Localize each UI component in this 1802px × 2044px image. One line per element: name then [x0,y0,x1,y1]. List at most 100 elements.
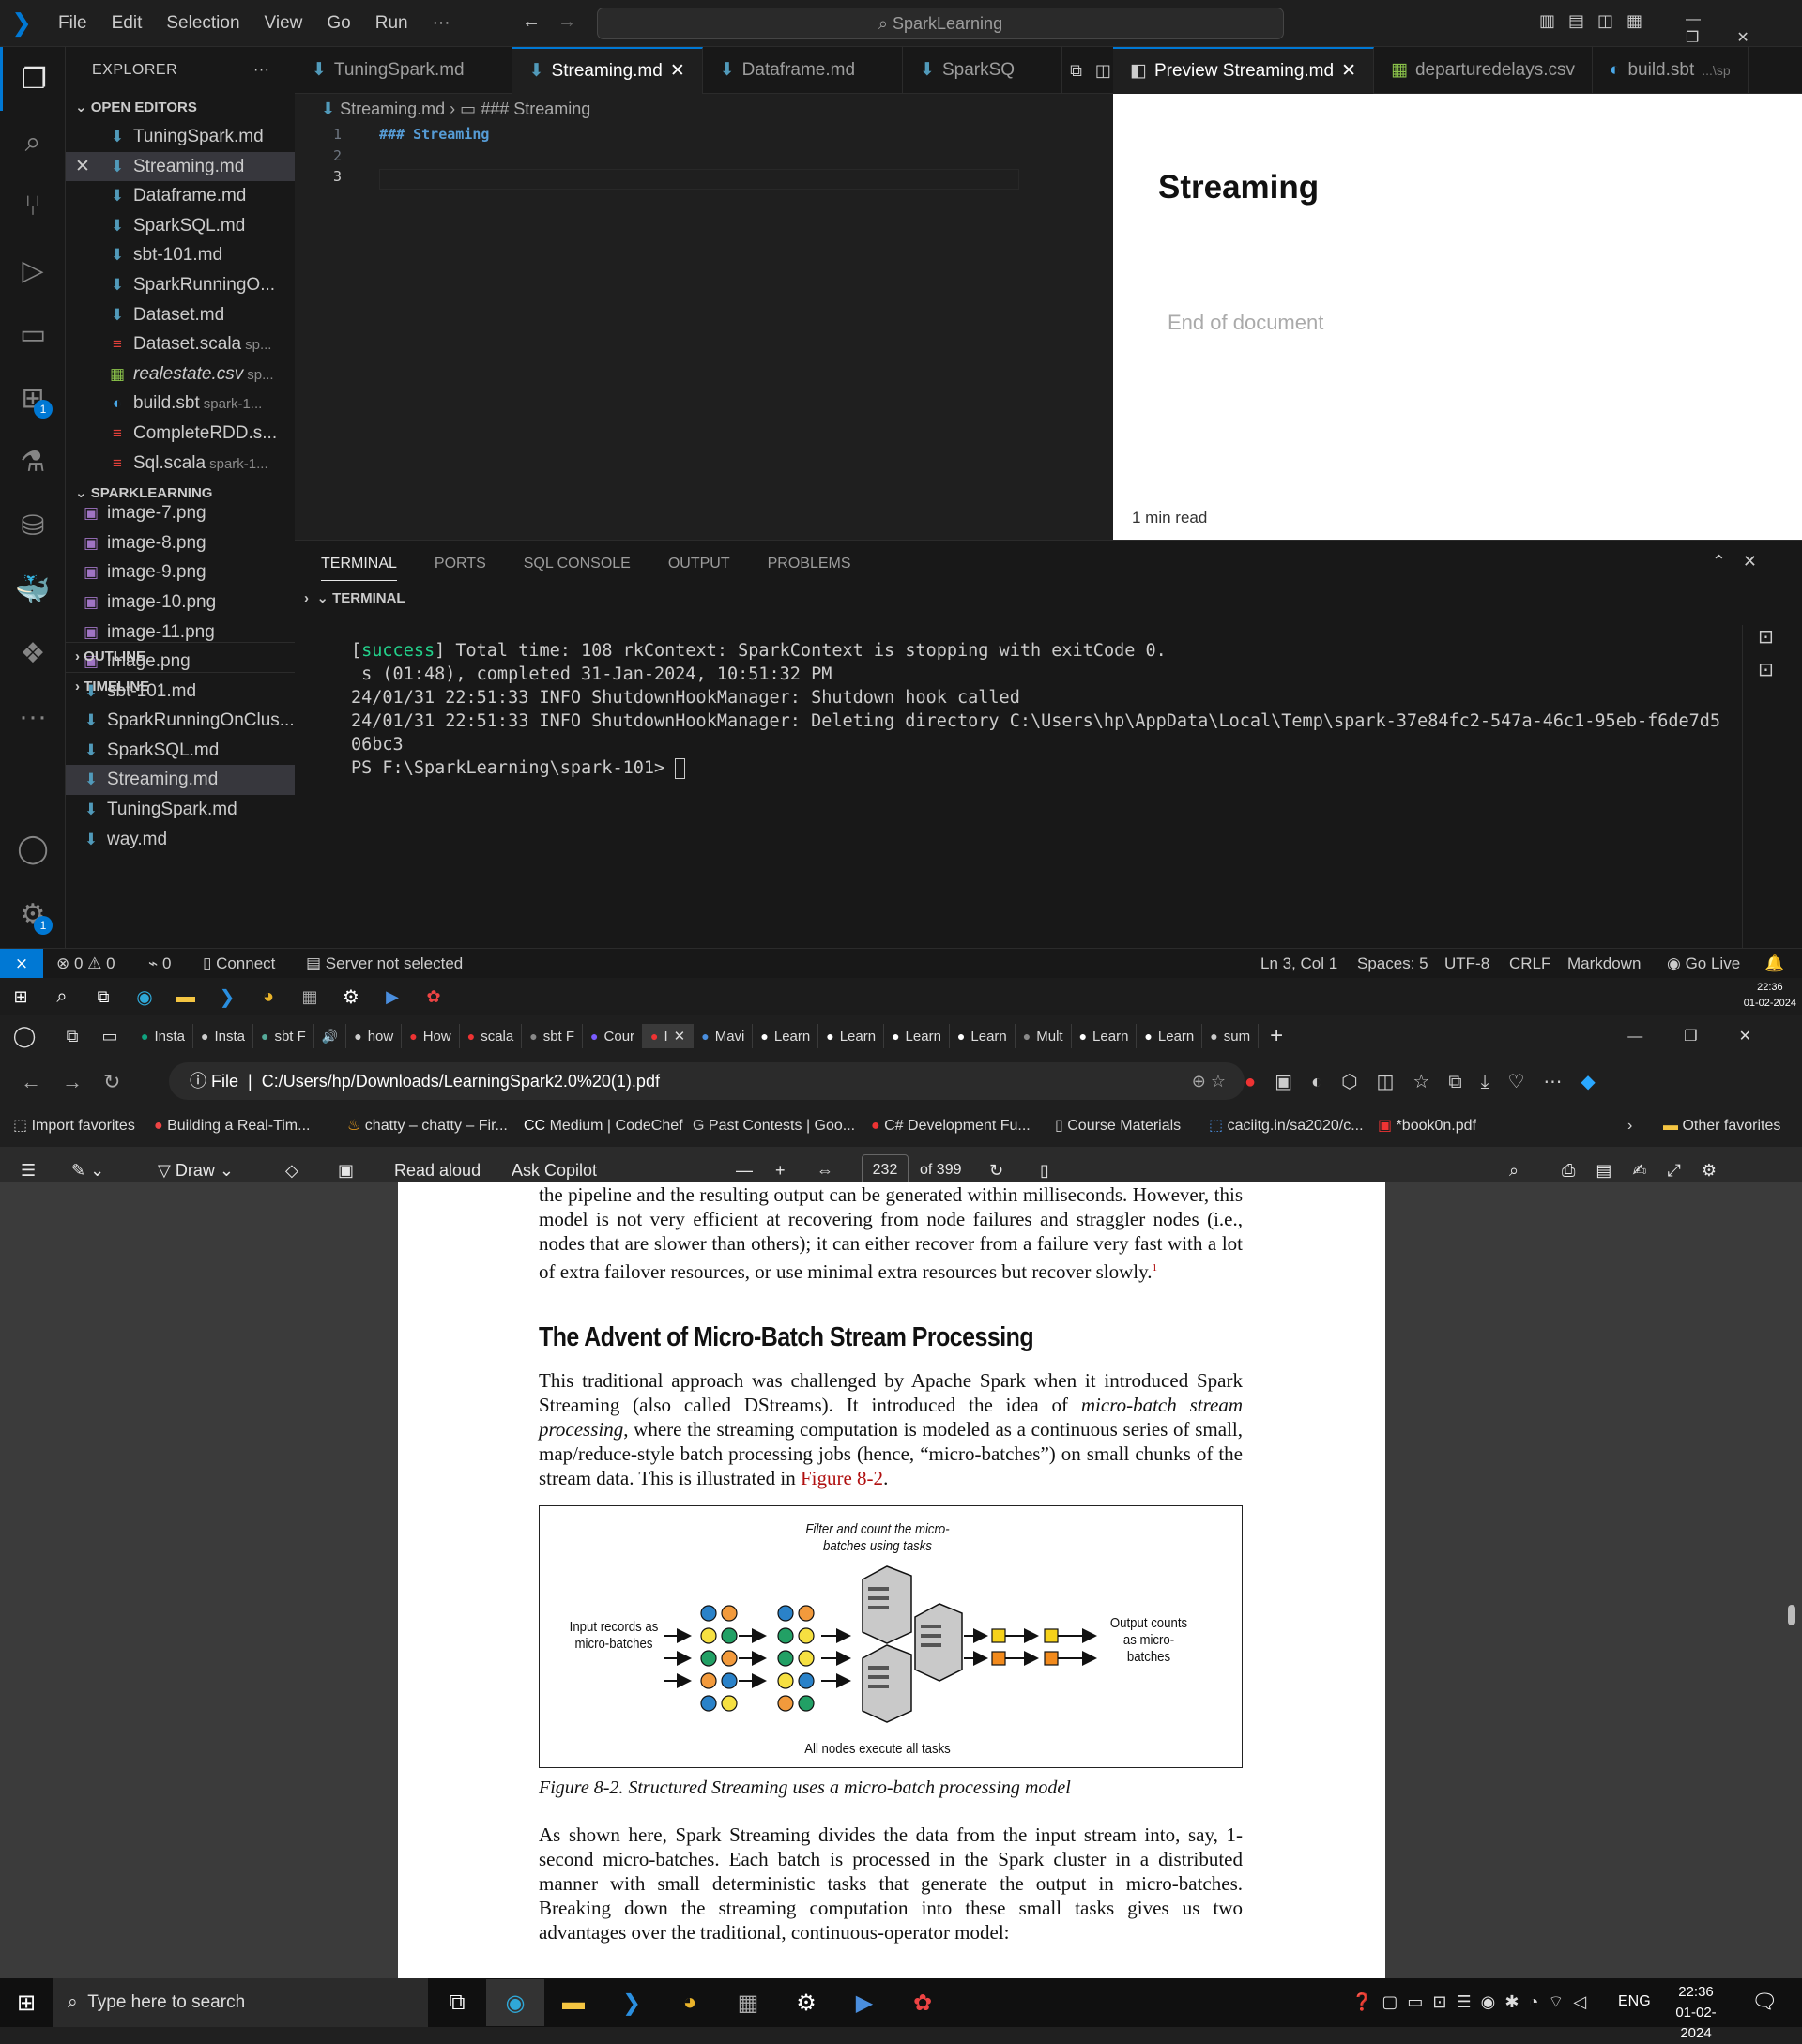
encoding[interactable]: UTF-8 [1444,949,1489,979]
browser-tab[interactable]: ● Cour [583,1024,644,1048]
remote-explorer-icon[interactable]: ▭ [0,302,66,366]
terminal-instance-icon[interactable]: ⊡ [1758,658,1802,681]
editor-tab[interactable]: ⬇ Dataframe.md [703,47,904,94]
layout-controls[interactable]: ▥▤◫▦ [1539,11,1656,31]
system-tray-icons[interactable]: ❓▢▭⊡☰◉✱◔⌔◁ [1352,1991,1596,2013]
go-live[interactable]: ◉ Go Live [1667,949,1740,979]
open-editor-item[interactable]: ⬇ SparkSQL.md [66,211,295,241]
folder-item[interactable]: ⬇ SparkRunningOnClus... [66,706,295,736]
preview-tab[interactable]: ◐ build.sbt ...\sp [1593,47,1749,94]
forward-icon[interactable]: → [557,11,576,33]
close-icon[interactable]: ✕ [670,48,685,95]
workspaces-icon[interactable]: ⧉ [49,1027,96,1046]
settings-icon[interactable]: ⚙ [330,973,372,1020]
folder-item[interactable]: ⬇ way.md [66,825,295,855]
panel-tab[interactable]: PROBLEMS [768,556,851,581]
preview-tab[interactable]: ◧ Preview Streaming.md ✕ [1113,47,1374,94]
copilot-icon[interactable]: ◆ [1581,1072,1613,1092]
start-icon[interactable]: ⊞ [0,973,41,1020]
chrome-icon[interactable]: ◕ [248,973,289,1020]
source-control-icon[interactable]: ⑂ [0,175,66,238]
panel-tab[interactable]: OUTPUT [668,556,730,581]
settings-gear-icon[interactable]: ⚙ 1 [0,882,66,946]
browser-tab[interactable]: ● Insta [133,1024,193,1048]
open-editor-item[interactable]: ▦ realestate.csv sp... [66,359,295,389]
task-view-icon[interactable]: ⧉ [83,973,124,1020]
preview-tab[interactable]: ▦ departuredelays.csv [1374,47,1593,94]
edge-icon[interactable]: ◉ [124,973,165,1020]
menu-item[interactable]: Edit [112,13,143,33]
panel-tab[interactable]: TERMINAL [321,556,397,581]
account-icon[interactable]: ◯ [0,816,66,880]
cursor-position[interactable]: Ln 3, Col 1 [1260,949,1337,979]
open-editor-item[interactable]: ⬇ TuningSpark.md [66,122,295,152]
favorite-link[interactable]: ⬚ Import favorites [13,1106,135,1147]
pdf-scroll-thumb[interactable] [1788,1605,1795,1625]
app-taskbar-icon[interactable]: ▦ [719,1979,777,2026]
timeline-section[interactable]: › TIMELINE [66,672,295,700]
browser-tab[interactable]: ● Mavi [694,1024,754,1048]
browser-tab[interactable]: ● sum [1202,1024,1260,1048]
panel-tab[interactable]: PORTS [435,556,486,581]
edge-taskbar-icon[interactable]: ◉ [486,1979,544,2026]
run-debug-icon[interactable]: ▷ [0,238,66,302]
browser-tab[interactable]: ● scala [460,1024,523,1048]
app-icon[interactable]: ▦ [289,973,330,1020]
task-view-icon[interactable]: ⧉ [428,1979,486,2026]
browser-toolbar-icons[interactable]: ●▣◐⬡◫☆⧉⤓♡⋯◆ [1245,1070,1614,1093]
taskbar-search-box[interactable]: ⌕ Type here to search [53,1978,428,2027]
testing-icon[interactable]: ⚗ [0,430,66,494]
open-editor-item[interactable]: ✕ ⬇ Streaming.md [66,151,295,182]
python-icon[interactable]: ❖ [0,621,66,685]
editor-tab[interactable]: ⬇ Streaming.md ✕ [512,47,703,94]
window-controls[interactable]: —❐✕ [1627,1027,1793,1045]
line-ending[interactable]: CRLF [1509,949,1550,979]
file-explorer-taskbar-icon[interactable]: ▬ [544,1979,603,2026]
vscode-taskbar-icon[interactable]: ❯ [603,1979,661,2026]
menu-item[interactable]: Selection [166,13,239,33]
browser-tab[interactable]: ● Learn [1072,1024,1138,1048]
help-icon[interactable]: ❓ [1352,1992,1382,2011]
panel-tab[interactable]: SQL CONSOLE [524,556,631,581]
tab-actions-icon[interactable]: ▭ [96,1027,124,1046]
browser-tab[interactable]: ● Learn [753,1024,819,1048]
folder-item[interactable]: ⬇ SparkSQL.md [66,736,295,766]
nav-buttons[interactable]: ←→↻ [21,1070,141,1094]
back-icon[interactable]: ← [522,11,541,33]
footnote-marker[interactable]: 1 [1152,1262,1157,1274]
favorite-link[interactable]: ● C# Development Fu... [871,1106,1031,1147]
address-bar[interactable]: ⓘ File | C:/Users/hp/Downloads/LearningS… [169,1062,1245,1100]
open-editor-item[interactable]: ≡ CompleteRDD.s... [66,419,295,449]
menu-item[interactable]: Go [327,13,350,33]
close-icon[interactable]: ✕ [674,1028,686,1045]
open-editor-item[interactable]: ◐ build.sbt spark-1... [66,389,295,419]
folder-item[interactable]: ▣ image-8.png [66,528,295,558]
open-editor-item[interactable]: ≡ Dataset.scala sp... [66,329,295,359]
open-editor-item[interactable]: ⬇ sbt-101.md [66,240,295,270]
pdf-viewer[interactable]: the pipeline and the resulting output ca… [0,1182,1802,1978]
browser-tab[interactable]: ● Mult [1016,1024,1072,1048]
app-icon[interactable]: ✿ [413,973,454,1020]
notifications-bell-icon[interactable]: 🔔 [1764,949,1784,979]
editor-tab[interactable]: ⬇ SparkSQ [903,47,1063,94]
input-language[interactable]: ENG [1618,1993,1651,2010]
browser-tab[interactable]: ● I ✕ [643,1024,695,1048]
zoom-favorite-icons[interactable]: ⊕ ☆ [1192,1062,1226,1100]
more-favorites-icon[interactable]: › [1627,1106,1632,1147]
adblock-icon[interactable]: ● [1245,1072,1275,1092]
notification-center-icon[interactable]: 🗨 [1751,1990,1778,2014]
editor-tab[interactable]: ⬇ TuningSpark.md [295,47,512,94]
folder-item[interactable]: ⬇ Streaming.md [66,765,295,796]
open-editor-item[interactable]: ⬇ SparkRunningO... [66,270,295,300]
favorite-link[interactable]: ● Building a Real-Tim... [154,1106,310,1147]
panel-controls[interactable]: ⌃✕ [1712,552,1774,572]
terminal-instance-icon[interactable]: ⊡ [1758,625,1802,648]
open-editor-item[interactable]: ⬇ Dataframe.md [66,181,295,211]
browser-tab[interactable]: ● how [346,1024,403,1048]
menu-item[interactable]: ··· [433,13,450,33]
browser-tab[interactable]: ● Learn [818,1024,885,1048]
more-actions-icon[interactable]: ··· [253,47,269,94]
figure-link[interactable]: Figure 8-2 [801,1467,883,1489]
browser-tab[interactable]: ● How [402,1024,460,1048]
folder-item[interactable]: ▣ image-10.png [66,587,295,618]
